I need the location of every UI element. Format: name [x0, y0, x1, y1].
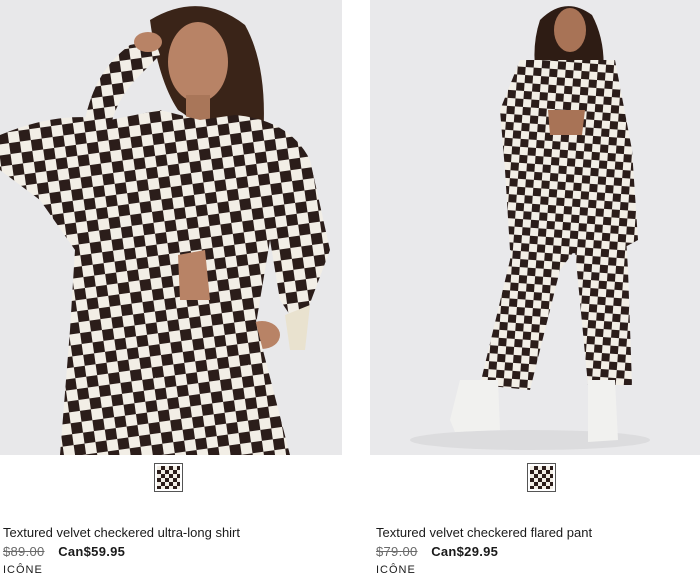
sale-price: Can$59.95	[58, 544, 126, 559]
product-card[interactable]: Textured velvet checkered ultra-long shi…	[0, 0, 342, 575]
color-swatch[interactable]	[154, 463, 183, 492]
price-row: $79.00 Can$29.95	[376, 543, 498, 560]
product-image[interactable]	[370, 0, 700, 455]
product-grid: Textured velvet checkered ultra-long shi…	[0, 0, 700, 575]
product-image[interactable]	[0, 0, 342, 455]
brand-name: ICÔNE	[376, 564, 416, 575]
product-card[interactable]: Textured velvet checkered flared pant $7…	[370, 0, 700, 575]
original-price: $79.00	[376, 544, 418, 559]
product-name[interactable]: Textured velvet checkered flared pant	[376, 525, 592, 541]
model-photo	[0, 0, 342, 455]
sale-price: Can$29.95	[431, 544, 499, 559]
checkered-swatch-icon	[530, 466, 553, 489]
checkered-swatch-icon	[157, 466, 180, 489]
brand-name: ICÔNE	[3, 564, 43, 575]
price-row: $89.00 Can$59.95	[3, 543, 125, 560]
model-photo	[370, 0, 700, 455]
original-price: $89.00	[3, 544, 45, 559]
color-swatch[interactable]	[527, 463, 556, 492]
product-name[interactable]: Textured velvet checkered ultra-long shi…	[3, 525, 240, 541]
